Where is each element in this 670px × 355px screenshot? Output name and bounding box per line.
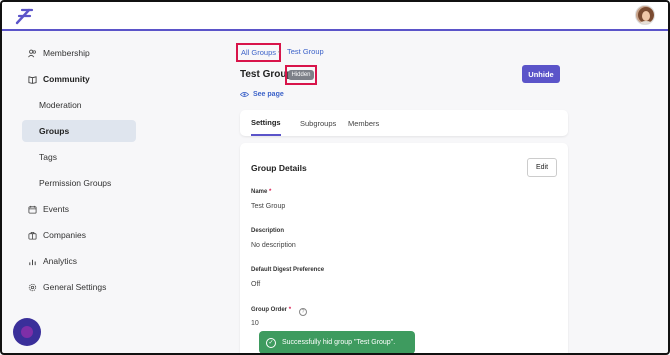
book-icon (28, 75, 37, 84)
tab-subgroups[interactable]: Subgroups (300, 110, 336, 136)
tab-members[interactable]: Members (348, 110, 379, 136)
calendar-icon (28, 205, 37, 214)
sidebar-item-label: General Settings (43, 282, 107, 292)
field-value-name: Test Group (251, 203, 286, 210)
tab-settings[interactable]: Settings (251, 110, 281, 136)
chat-icon (21, 326, 33, 338)
success-toast: ✓ Successfully hid group "Test Group". (259, 331, 415, 353)
field-label-group-order: Group Order * (251, 307, 292, 313)
check-circle-icon: ✓ (266, 337, 276, 348)
status-badge-highlight: Hidden (285, 65, 317, 85)
eye-icon (240, 92, 249, 97)
sidebar-item-permission-groups[interactable]: Permission Groups (22, 172, 136, 194)
field-value-digest: Off (251, 281, 261, 288)
field-label-description: Description (251, 228, 285, 234)
sidebar-item-moderation[interactable]: Moderation (22, 94, 136, 116)
user-avatar[interactable] (635, 5, 655, 25)
see-page-label: See page (253, 91, 284, 98)
top-bar (2, 2, 668, 31)
sidebar-item-general-settings[interactable]: General Settings (22, 276, 136, 298)
bar-chart-icon (28, 257, 37, 266)
field-value-group-order: 10 (251, 320, 259, 327)
sidebar-item-label: Tags (39, 152, 57, 162)
edit-button[interactable]: Edit (527, 158, 557, 177)
group-details-card: Group Details Edit Name * Test Group Des… (240, 143, 568, 353)
sidebar-item-label: Analytics (43, 256, 78, 266)
app-logo-icon[interactable] (14, 7, 34, 25)
breadcrumb-current[interactable]: Test Group (287, 47, 324, 56)
sidebar-item-label: Permission Groups (39, 178, 112, 188)
status-badge: Hidden (288, 70, 314, 80)
sidebar-item-label: Companies (43, 230, 86, 240)
app-window: Membership Community Moderation Groups T… (0, 0, 670, 355)
gear-icon (28, 283, 37, 292)
field-label-name: Name * (251, 189, 272, 195)
briefcase-icon (28, 231, 37, 240)
sidebar-item-analytics[interactable]: Analytics (22, 250, 136, 272)
toast-message: Successfully hid group "Test Group". (282, 339, 396, 346)
sidebar-item-membership[interactable]: Membership (22, 42, 136, 64)
sidebar-item-community[interactable]: Community (22, 68, 136, 90)
sidebar-item-label: Moderation (39, 100, 82, 110)
sidebar-item-label: Community (43, 74, 90, 84)
sidebar-item-events[interactable]: Events (22, 198, 136, 220)
sidebar-item-label: Membership (43, 48, 90, 58)
users-icon (28, 49, 37, 58)
see-page-link[interactable]: See page (240, 91, 284, 98)
sidebar-item-label: Events (43, 204, 69, 214)
breadcrumb-separator: ‹ (278, 47, 281, 56)
help-icon[interactable]: ? (299, 308, 307, 316)
details-title: Group Details (251, 163, 307, 173)
sidebar-item-label: Groups (39, 126, 70, 136)
tab-bar: Settings Subgroups Members (240, 110, 568, 136)
sidebar-item-groups[interactable]: Groups (22, 120, 136, 142)
chat-launcher-button[interactable] (13, 318, 41, 346)
unhide-button[interactable]: Unhide (522, 65, 560, 83)
field-value-description: No description (251, 242, 296, 249)
field-label-digest: Default Digest Preference (251, 267, 325, 273)
breadcrumb-all-groups[interactable]: All Groups (236, 43, 282, 62)
sidebar-item-companies[interactable]: Companies (22, 224, 136, 246)
sidebar-item-tags[interactable]: Tags (22, 146, 136, 168)
